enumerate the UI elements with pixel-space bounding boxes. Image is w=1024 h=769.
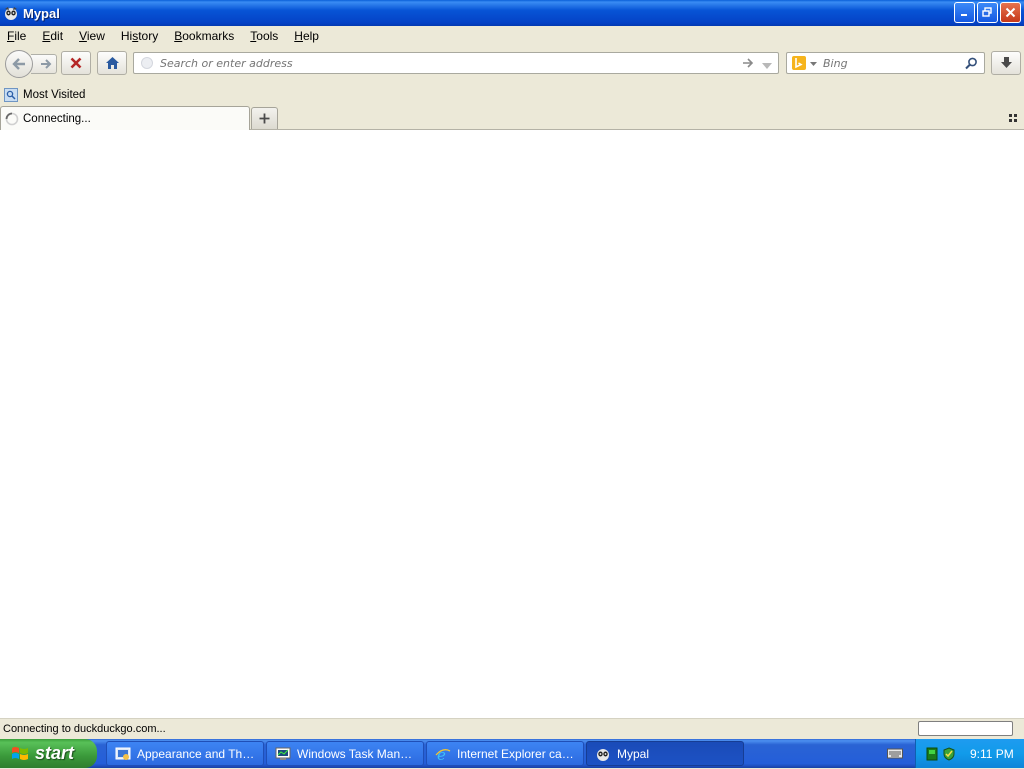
security-shield-icon[interactable] <box>942 746 956 761</box>
bing-engine-icon[interactable] <box>792 56 806 70</box>
task-appearance-themes[interactable]: Appearance and The... <box>106 741 264 766</box>
menu-edit[interactable]: Edit <box>34 29 71 43</box>
page-identity-icon <box>140 56 154 70</box>
internet-explorer-icon: e <box>435 746 451 762</box>
task-mypal[interactable]: Mypal <box>586 741 744 766</box>
back-button[interactable] <box>5 50 33 78</box>
search-input[interactable] <box>821 53 965 73</box>
tab-strip: Connecting... <box>0 106 1024 130</box>
stop-button[interactable] <box>61 51 91 75</box>
back-arrow-icon <box>12 58 25 70</box>
address-input[interactable] <box>158 53 732 73</box>
progress-meter <box>918 721 1013 736</box>
stop-x-icon <box>70 57 82 69</box>
close-window-button[interactable] <box>1000 2 1021 23</box>
home-icon <box>105 57 119 69</box>
tab-label: Connecting... <box>23 112 91 125</box>
forward-arrow-icon <box>40 59 51 69</box>
windows-logo-icon <box>10 744 30 764</box>
svg-text:e: e <box>437 746 446 762</box>
download-arrow-icon <box>1000 57 1012 68</box>
menu-bookmarks[interactable]: Bookmarks <box>166 29 242 43</box>
task-windows-task-manager[interactable]: Windows Task Manager <box>266 741 424 766</box>
most-visited-folder[interactable]: Most Visited <box>4 88 85 102</box>
task-internet-explorer[interactable]: e Internet Explorer can... <box>426 741 584 766</box>
new-tab-button[interactable] <box>251 107 278 129</box>
home-button[interactable] <box>97 51 127 75</box>
system-tray: 9:11 PM <box>915 739 1024 768</box>
menu-history[interactable]: History <box>113 29 166 43</box>
task-manager-icon <box>275 746 291 762</box>
loading-spinner-icon <box>5 112 19 126</box>
status-bar: Connecting to duckduckgo.com... <box>0 718 1024 739</box>
navigation-toolbar <box>0 47 1024 81</box>
keyboard-language-icon[interactable] <box>887 747 903 759</box>
downloads-button[interactable] <box>991 51 1021 75</box>
menu-file[interactable]: File <box>0 29 34 43</box>
menu-tools[interactable]: Tools <box>242 29 286 43</box>
control-panel-icon <box>115 746 131 762</box>
most-visited-icon <box>4 88 18 102</box>
search-bar[interactable] <box>786 52 985 74</box>
taskbar: start Appearance and The... Windows Task… <box>0 739 1024 768</box>
mypal-icon <box>3 5 19 21</box>
start-button[interactable]: start <box>0 739 97 768</box>
status-text: Connecting to duckduckgo.com... <box>3 723 166 735</box>
tab-connecting[interactable]: Connecting... <box>0 106 250 130</box>
list-all-tabs-button[interactable] <box>1008 113 1018 123</box>
close-icon <box>1005 7 1016 18</box>
mypal-icon <box>595 746 611 762</box>
menu-bar: File Edit View History Bookmarks Tools H… <box>0 26 1024 46</box>
restore-button[interactable] <box>977 2 998 23</box>
history-dropdown-icon[interactable] <box>762 60 772 73</box>
minimize-icon <box>961 14 967 16</box>
menu-help[interactable]: Help <box>286 29 327 43</box>
network-icon[interactable] <box>926 747 938 761</box>
engine-dropdown-icon[interactable] <box>810 57 817 70</box>
clock[interactable]: 9:11 PM <box>970 747 1014 761</box>
restore-icon <box>982 7 992 17</box>
bookmarks-toolbar: Most Visited <box>0 85 1024 105</box>
start-label: start <box>35 743 75 763</box>
grid-icon <box>1009 114 1017 122</box>
menu-view[interactable]: View <box>71 29 113 43</box>
window-title: Mypal <box>23 5 60 21</box>
plus-icon <box>259 113 270 124</box>
go-arrow-icon[interactable] <box>742 57 754 72</box>
minimize-button[interactable] <box>954 2 975 23</box>
address-bar[interactable] <box>133 52 779 74</box>
page-content[interactable] <box>0 130 1024 718</box>
forward-button[interactable] <box>31 54 57 74</box>
window-titlebar[interactable]: Mypal <box>0 0 1024 26</box>
search-magnifier-icon[interactable] <box>965 57 978 73</box>
